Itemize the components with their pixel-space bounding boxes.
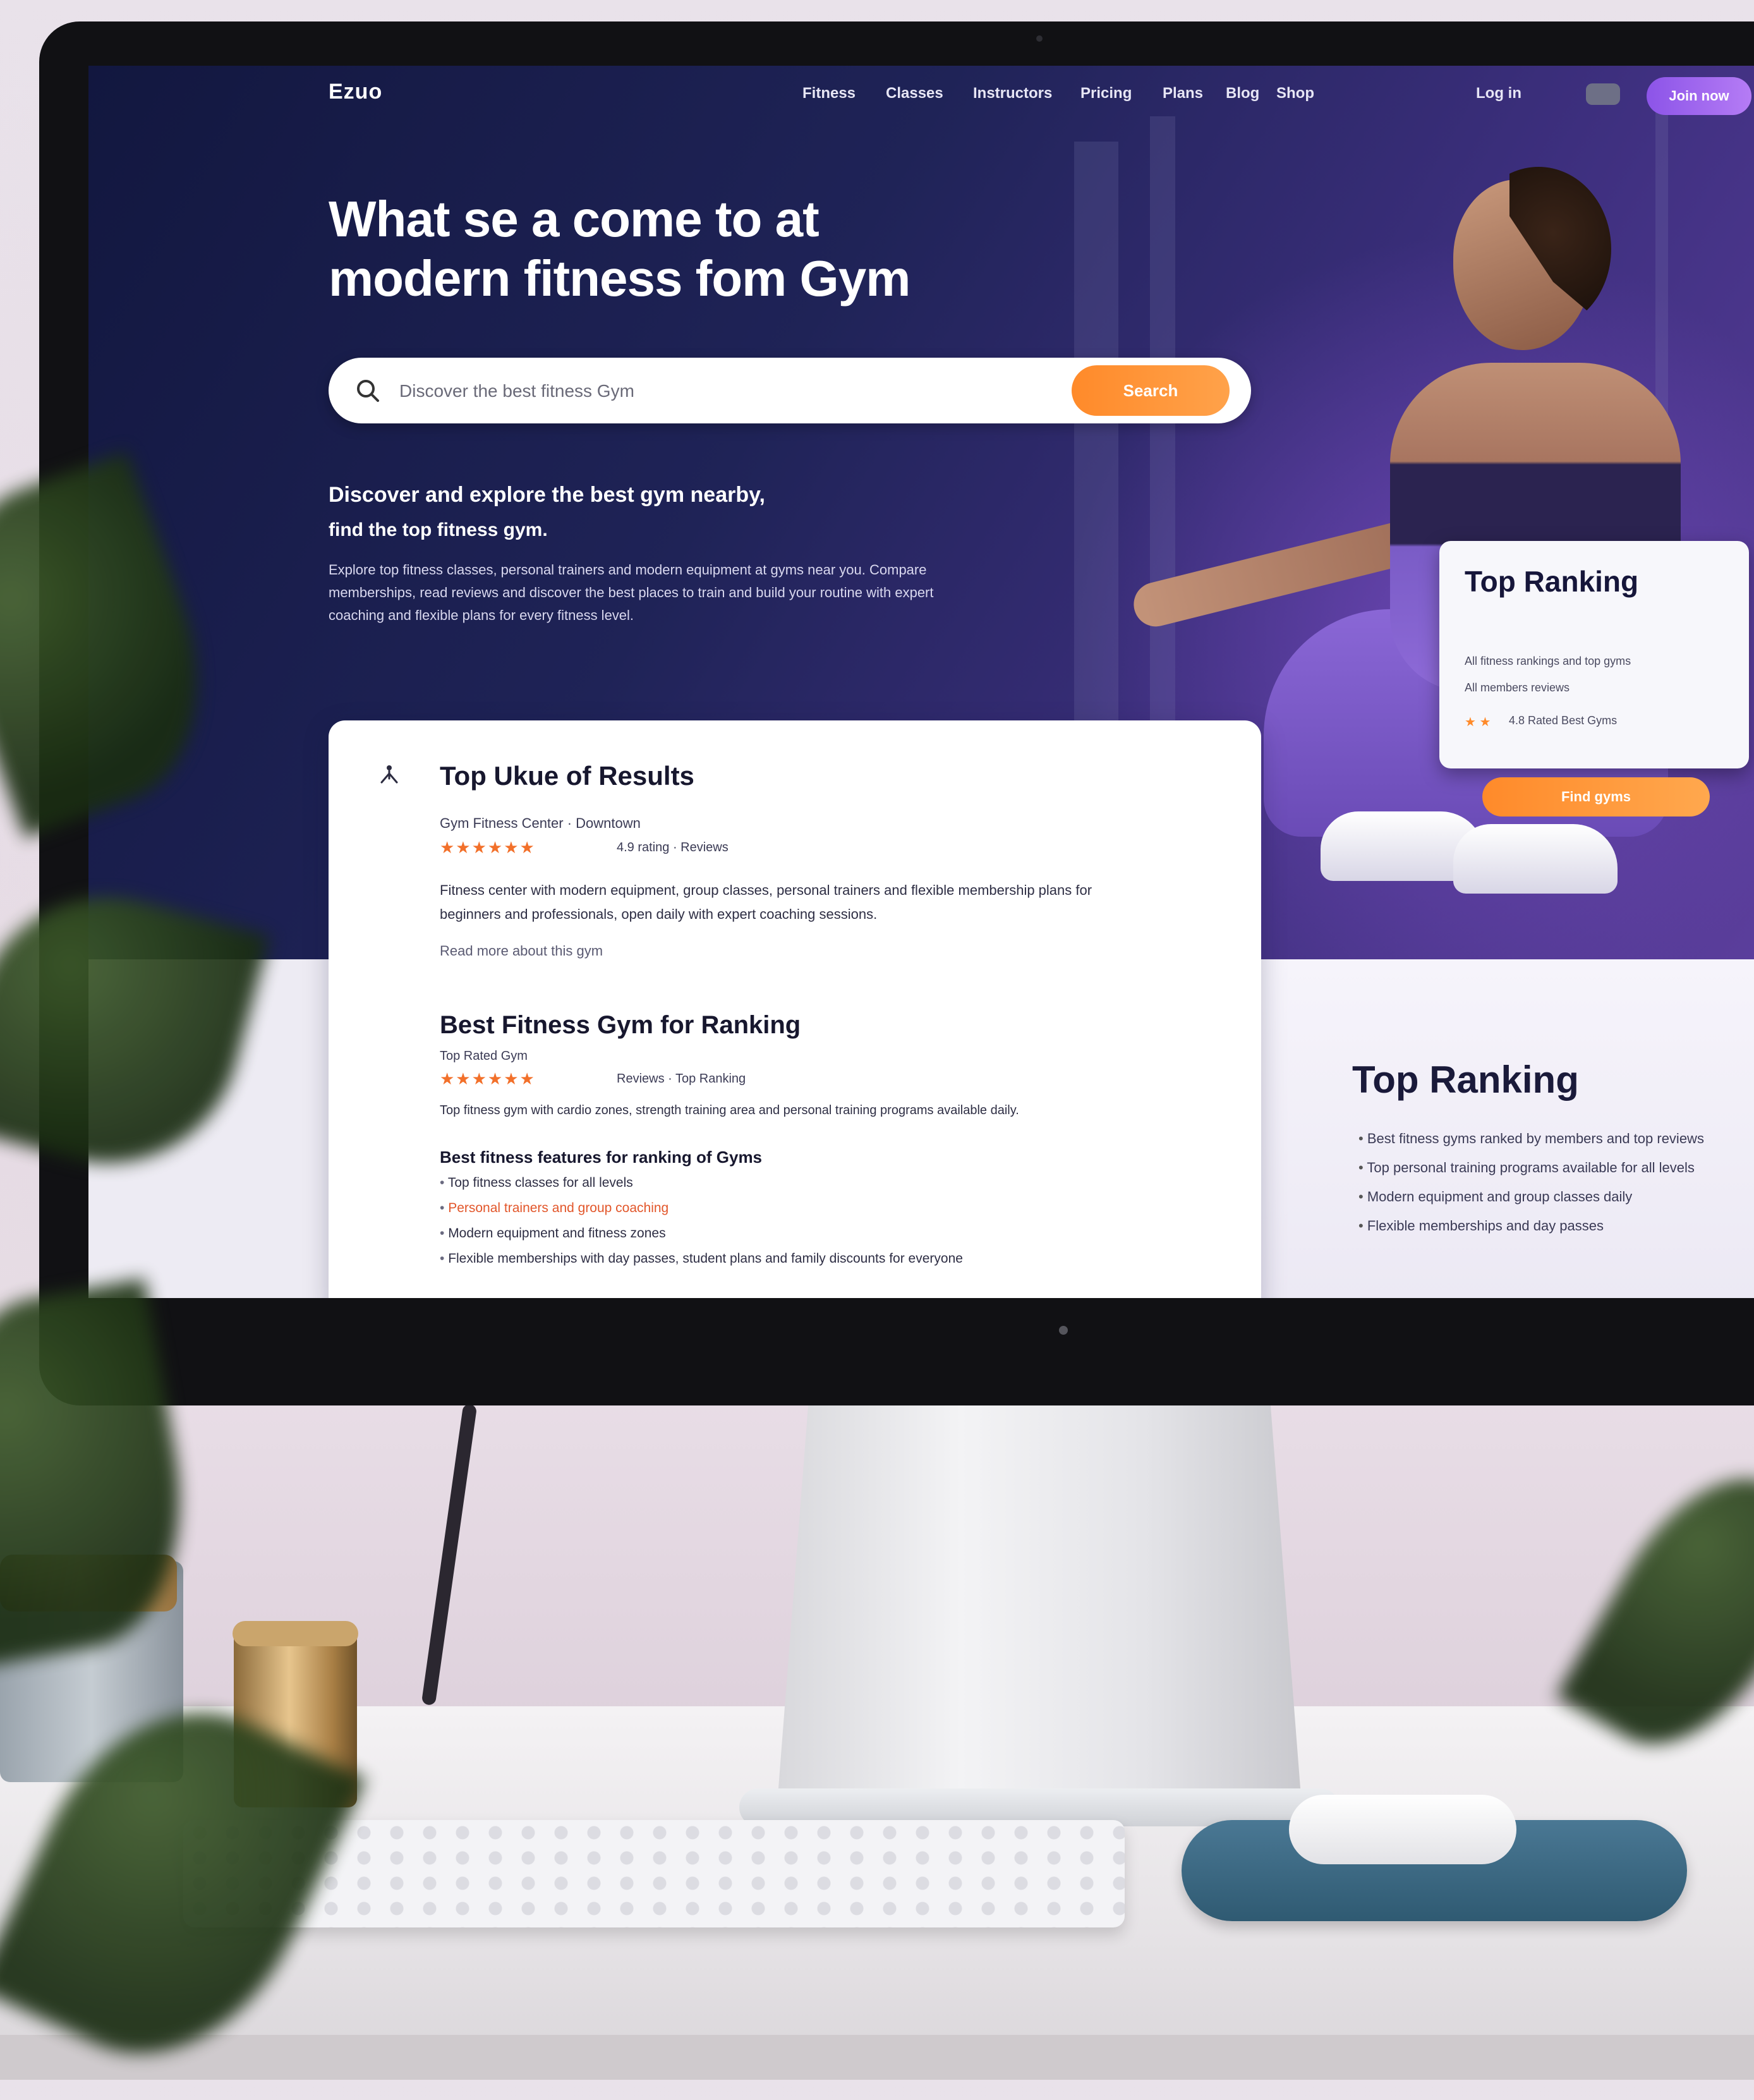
list-item-text: Flexible memberships with day passes, st…: [448, 1251, 963, 1266]
list-item-text: Top fitness classes for all levels: [447, 1175, 633, 1190]
result-subheading: Best fitness features for ranking of Gym…: [440, 1148, 763, 1167]
ranking-card: Top Ranking All fitness rankings and top…: [1439, 541, 1749, 768]
mouse: [1289, 1795, 1516, 1864]
title-line: modern fitness fom Gym: [329, 250, 910, 307]
result-meta: Top Rated Gym: [440, 1049, 528, 1063]
rating-text: Reviews · Top Ranking: [617, 1072, 746, 1086]
list-item-text: Top personal training programs available…: [1367, 1160, 1695, 1175]
list-item-text: Personal trainers and group coaching: [448, 1201, 669, 1215]
search-button[interactable]: Search: [1072, 365, 1230, 416]
page-title: What se a come to at modern fitness fom …: [329, 190, 1150, 308]
avatar[interactable]: [1586, 83, 1620, 105]
nav-item[interactable]: Shop: [1276, 85, 1314, 102]
ranking-card-text: All members reviews: [1465, 681, 1570, 694]
list-item-text: Flexible memberships and day passes: [1367, 1218, 1604, 1234]
list-item[interactable]: Flexible memberships and day passes: [1358, 1215, 1704, 1237]
search-bar: Search: [329, 358, 1251, 423]
hero-subheading: Discover and explore the best gym nearby…: [329, 483, 765, 507]
nav-item[interactable]: Pricing: [1080, 85, 1132, 102]
monitor-stand: [777, 1400, 1302, 1804]
ranking-card-title: Top Ranking: [1465, 565, 1639, 598]
hero-description: Explore top fitness classes, personal tr…: [329, 562, 934, 623]
star-rating-icon: ★★★★★★: [440, 838, 536, 857]
ranking-card-text: All fitness rankings and top gyms: [1465, 655, 1631, 667]
list-item: Top fitness classes for all levels: [440, 1175, 963, 1201]
sneaker: [1453, 824, 1618, 894]
read-more-link[interactable]: Read more about this gym: [440, 943, 603, 959]
search-icon: [357, 380, 379, 402]
hero-subheading: find the top fitness gym.: [329, 519, 548, 540]
results-card: Top Ukue of Results Gym Fitness Center ·…: [329, 720, 1261, 1298]
star-rating-icon: ★ ★: [1465, 715, 1491, 729]
login-link[interactable]: Log in: [1476, 85, 1521, 102]
list-item-text: Modern equipment and group classes daily: [1367, 1189, 1633, 1205]
desk-edge: [0, 2035, 1754, 2080]
nav-item[interactable]: Fitness: [802, 85, 856, 102]
result-title[interactable]: Best Fitness Gym for Ranking: [440, 1011, 801, 1040]
nav-item[interactable]: Plans: [1163, 85, 1203, 102]
power-indicator: [1059, 1326, 1068, 1335]
fitness-person-icon: [380, 765, 398, 784]
result-description: Top fitness gym with cardio zones, stren…: [440, 1103, 1019, 1117]
result-description: beginners and professionals, open daily …: [440, 906, 878, 922]
nav-item[interactable]: Blog: [1226, 85, 1259, 102]
webcam-icon: [1036, 35, 1043, 42]
nav-item[interactable]: Classes: [886, 85, 943, 102]
search-input[interactable]: [398, 372, 1070, 411]
ranking-list: Best fitness gyms ranked by members and …: [1358, 1127, 1704, 1244]
list-item[interactable]: Modern equipment and group classes daily: [1358, 1186, 1704, 1208]
list-item: Personal trainers and group coaching: [440, 1201, 963, 1226]
result-meta: Gym Fitness Center · Downtown: [440, 815, 641, 831]
join-button[interactable]: Join now: [1647, 77, 1751, 115]
find-gyms-button[interactable]: Find gyms: [1482, 777, 1710, 816]
nav-item[interactable]: Instructors: [973, 85, 1052, 102]
results-heading: Top Ukue of Results: [440, 761, 694, 791]
site-logo[interactable]: Ezuo: [329, 80, 382, 104]
star-rating-icon: ★★★★★★: [440, 1069, 536, 1088]
rating-text: 4.8 Rated Best Gyms: [1509, 714, 1618, 727]
feature-list: Top fitness classes for all levels Perso…: [440, 1175, 963, 1277]
rating-text: 4.9 rating · Reviews: [617, 841, 729, 854]
list-item[interactable]: Top personal training programs available…: [1358, 1156, 1704, 1179]
monitor-screen: Ezuo Fitness Classes Instructors Pricing…: [88, 66, 1754, 1298]
result-description: Fitness center with modern equipment, gr…: [440, 882, 1092, 898]
ranking-heading: Top Ranking: [1352, 1059, 1579, 1101]
brass-cup-rim: [233, 1621, 358, 1646]
list-item[interactable]: Best fitness gyms ranked by members and …: [1358, 1127, 1704, 1150]
title-line: What se a come to at: [329, 191, 820, 247]
list-item-text: Modern equipment and fitness zones: [448, 1226, 666, 1241]
list-item-text: Best fitness gyms ranked by members and …: [1367, 1131, 1704, 1146]
list-item: Modern equipment and fitness zones: [440, 1226, 963, 1251]
list-item: Flexible memberships with day passes, st…: [440, 1251, 963, 1277]
